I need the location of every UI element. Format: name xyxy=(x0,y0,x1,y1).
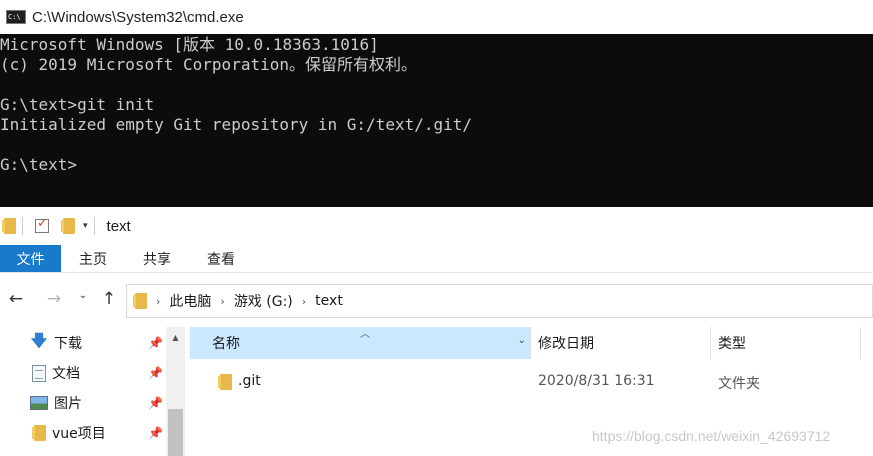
properties-check-icon[interactable] xyxy=(35,216,49,233)
folder-icon xyxy=(32,425,46,441)
column-header-date[interactable]: 修改日期 xyxy=(538,327,594,359)
tab-home[interactable]: 主页 xyxy=(61,245,125,272)
console-prompt: G:\text> xyxy=(0,155,78,174)
console-line: (c) 2019 Microsoft Corporation。保留所有权利。 xyxy=(0,55,417,74)
tab-file[interactable]: 文件 xyxy=(0,245,61,272)
column-headers: ︿ 名称 ⌄ 修改日期 类型 xyxy=(190,327,873,359)
tab-view[interactable]: 查看 xyxy=(189,245,253,272)
sort-ascending-icon: ︿ xyxy=(360,329,370,340)
column-divider[interactable] xyxy=(710,327,711,359)
breadcrumb-chevron-icon[interactable]: › xyxy=(302,295,306,308)
breadcrumb-chevron-icon[interactable]: › xyxy=(156,295,160,308)
document-icon xyxy=(32,364,46,382)
folder-icon xyxy=(133,293,147,309)
navigation-pane: 🡇 下载 📌 文档 📌 图片 📌 vue项目 📌 ▲ xyxy=(0,327,185,456)
tab-share[interactable]: 共享 xyxy=(125,245,189,272)
column-header-label: 修改日期 xyxy=(538,336,594,352)
cmd-app-icon xyxy=(6,10,26,24)
chevron-down-icon[interactable]: ▾ xyxy=(83,221,88,231)
sidebar-item-label: vue项目 xyxy=(52,426,106,442)
column-header-name[interactable]: ︿ 名称 ⌄ xyxy=(190,327,530,359)
sidebar-item-label: 下载 xyxy=(54,336,82,352)
pin-icon[interactable]: 📌 xyxy=(148,396,163,410)
file-name: .git xyxy=(238,373,261,389)
pictures-icon xyxy=(30,396,48,410)
download-arrow-icon: 🡇 xyxy=(30,330,48,350)
console-line: Initialized empty Git repository in G:/t… xyxy=(0,115,473,134)
console-line: Microsoft Windows [版本 10.0.18363.1016] xyxy=(0,35,379,54)
breadcrumb-this-pc[interactable]: 此电脑 xyxy=(169,291,211,311)
quick-access-toolbar: ▾ text xyxy=(0,207,873,245)
column-header-label: 类型 xyxy=(718,336,746,352)
column-header-type[interactable]: 类型 xyxy=(718,327,746,359)
recent-locations-chevron-icon[interactable]: ⌄ xyxy=(76,290,90,301)
toolbar-divider xyxy=(93,217,95,235)
chevron-down-icon[interactable]: ⌄ xyxy=(518,335,526,346)
cmd-console[interactable]: Microsoft Windows [版本 10.0.18363.1016] (… xyxy=(0,34,873,207)
ribbon-tabs: 文件 主页 共享 查看 xyxy=(0,245,873,273)
pin-icon[interactable]: 📌 xyxy=(148,336,163,350)
file-row[interactable]: .git 2020/8/31 16:31 文件夹 xyxy=(190,366,873,398)
new-folder-icon[interactable] xyxy=(61,218,75,234)
toolbar-divider xyxy=(22,217,23,235)
up-arrow-icon[interactable]: ↑ xyxy=(100,289,118,309)
sidebar-item-label: 图片 xyxy=(54,396,82,412)
back-arrow-icon[interactable]: ← xyxy=(6,289,26,309)
column-header-label: 名称 xyxy=(212,336,240,352)
pin-icon[interactable]: 📌 xyxy=(148,426,163,440)
breadcrumb-drive-g[interactable]: 游戏 (G:) xyxy=(234,291,293,311)
folder-icon xyxy=(218,374,232,390)
forward-arrow-icon[interactable]: → xyxy=(44,289,64,309)
breadcrumb-chevron-icon[interactable]: › xyxy=(220,295,224,308)
address-bar[interactable]: › 此电脑 › 游戏 (G:) › text xyxy=(126,284,873,318)
cmd-window-title: C:\Windows\System32\cmd.exe xyxy=(32,8,244,26)
console-line: G:\text>git init xyxy=(0,95,155,114)
sidebar-item-label: 文档 xyxy=(52,366,80,382)
sidebar-item-pictures[interactable]: 图片 📌 xyxy=(30,388,170,418)
nav-pane-scrollbar[interactable]: ▲ xyxy=(166,327,185,456)
file-modified-date: 2020/8/31 16:31 xyxy=(538,373,655,389)
navigation-bar: ← → ⌄ ↑ › 此电脑 › 游戏 (G:) › text xyxy=(0,280,873,322)
sidebar-item-vue-project[interactable]: vue项目 📌 xyxy=(30,418,170,448)
breadcrumb-text[interactable]: text xyxy=(315,293,343,309)
file-type: 文件夹 xyxy=(718,376,760,392)
pin-icon[interactable]: 📌 xyxy=(148,366,163,380)
window-title: text xyxy=(106,217,131,235)
cmd-titlebar: C:\Windows\System32\cmd.exe xyxy=(0,0,873,34)
folder-icon xyxy=(2,218,16,234)
column-divider[interactable] xyxy=(530,327,531,359)
column-divider[interactable] xyxy=(860,327,861,359)
sidebar-item-downloads[interactable]: 🡇 下载 📌 xyxy=(30,328,170,358)
watermark: https://blog.csdn.net/weixin_42693712 xyxy=(592,428,831,444)
sidebar-item-documents[interactable]: 文档 📌 xyxy=(30,358,170,388)
scrollbar-thumb[interactable] xyxy=(168,409,183,456)
scroll-up-icon[interactable]: ▲ xyxy=(166,333,185,342)
